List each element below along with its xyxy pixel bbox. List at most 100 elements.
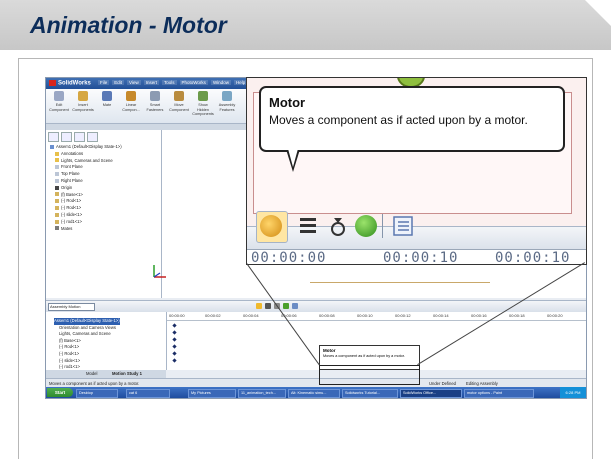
motion-tree-item[interactable]: Orientation and Camera Views (54, 325, 120, 332)
keyframe-marker[interactable] (172, 323, 177, 328)
insert-components-button[interactable]: Insert Components (72, 91, 94, 112)
time-tick: 00:00:04 (243, 313, 259, 318)
menu-file[interactable]: File (98, 80, 110, 85)
small-tooltip-title: Motor (323, 348, 336, 353)
time-tick: 00:00:20 (547, 313, 563, 318)
motor-tooltip: Motor Moves a component as if acted upon… (259, 86, 565, 152)
taskbar-item[interactable]: Desktop (76, 389, 118, 398)
feature-manager-tabs[interactable] (48, 132, 98, 142)
motion-tree-item[interactable]: (-) Rod<1> (54, 344, 120, 351)
tree-item[interactable]: (f) Base<1> (50, 192, 122, 199)
taskbar-item[interactable]: cat 6 (126, 389, 170, 398)
model-edge (310, 282, 490, 283)
menu-edit[interactable]: Edit (112, 80, 125, 85)
time-tick: 00:00:00 (169, 313, 185, 318)
slide-title: Animation - Motor (30, 12, 227, 38)
tooltip-text: Moves a component as if acted upon by a … (269, 113, 528, 127)
command-manager: Edit Component Insert Components Mate Li… (46, 89, 246, 124)
properties-icon[interactable] (292, 303, 298, 309)
zoom-time-tick: 00:00:10 (495, 250, 571, 265)
time-tick: 00:00:16 (471, 313, 487, 318)
results-icon[interactable] (355, 215, 377, 237)
spring-icon[interactable] (297, 215, 319, 237)
time-tick: 00:00:08 (319, 313, 335, 318)
keyframe-marker[interactable] (172, 330, 177, 335)
motor-icon[interactable] (256, 303, 262, 309)
spring-icon[interactable] (265, 303, 271, 309)
motion-tree-panel: Assem1 (Default<Display State-1>) Orient… (46, 312, 167, 370)
edit-component-icon (54, 91, 64, 101)
taskbar-item[interactable]: SolidWorks Office... (400, 389, 462, 398)
motion-tree-item[interactable]: Lights, Cameras and Scene (54, 331, 120, 338)
menu-insert[interactable]: Insert (143, 80, 159, 85)
menu-window[interactable]: Window (210, 80, 231, 85)
start-button[interactable]: Start (47, 388, 73, 397)
tree-item[interactable]: Assem1 (Default<Display State-1>) (50, 144, 122, 151)
time-tick: 00:00:14 (433, 313, 449, 318)
move-component-button[interactable]: Move Component (168, 91, 190, 112)
show-hidden-icon (198, 91, 208, 101)
menu-tools[interactable]: Tools (161, 80, 177, 85)
zoom-source-rect (319, 365, 420, 385)
results-icon[interactable] (283, 303, 289, 309)
tree-item[interactable]: Right Plane (50, 178, 122, 185)
title-corner-fold (585, 0, 611, 26)
taskbar-clock: 6:28 PM (560, 387, 586, 398)
motion-study-type-select[interactable]: Assembly Motion (48, 303, 95, 311)
motion-tree-item[interactable]: (-) slide<1> (54, 358, 120, 365)
feature-manager: Assem1 (Default<Display State-1>) Annota… (46, 130, 162, 298)
tree-item[interactable]: Front Plane (50, 164, 122, 171)
motor-icon[interactable] (260, 215, 282, 237)
motion-tree-item[interactable]: (-) Rod<1> (54, 351, 120, 358)
insert-components-icon (78, 91, 88, 101)
show-hidden-button[interactable]: Show Hidden Components (192, 91, 214, 117)
tree-item[interactable]: Annotations (50, 151, 122, 158)
properties-icon[interactable] (392, 215, 414, 237)
tree-item[interactable]: (-) Rod<1> (50, 198, 122, 205)
zoom-time-tick: 00:00:10 (383, 250, 459, 265)
linear-pattern-button[interactable]: Linear Compon... (120, 91, 142, 112)
tab-model[interactable]: Model (86, 371, 97, 376)
motion-tree-item[interactable]: (f) Base<1> (54, 338, 120, 345)
tab-motion-study[interactable]: Motion Study 1 (112, 371, 142, 376)
taskbar-item[interactable]: Solidworks Tutorial... (342, 389, 398, 398)
slide: Animation - Motor SolidWorks File Edit V… (0, 0, 611, 459)
keyframe-marker[interactable] (172, 344, 177, 349)
tree-item[interactable]: (-) Rod<1> (50, 205, 122, 212)
taskbar-item[interactable]: 11_animation_tech... (238, 389, 286, 398)
tree-item[interactable]: Mates (50, 226, 122, 233)
solidworks-logo: SolidWorks (49, 80, 91, 87)
time-tick: 00:00:02 (205, 313, 221, 318)
gravity-icon[interactable] (327, 215, 349, 237)
motion-tree-item[interactable]: Assem1 (Default<Display State-1>) (54, 318, 120, 325)
taskbar-item[interactable]: My Pictures (188, 389, 236, 398)
menu-photoworks[interactable]: PhotoWorks (179, 80, 208, 85)
zoom-timeline: 00:00:00 00:00:10 00:00:10 (247, 249, 586, 265)
keyframe-marker[interactable] (172, 337, 177, 342)
mate-button[interactable]: Mate (96, 91, 118, 108)
tree-item[interactable]: Origin (50, 185, 122, 192)
time-tick: 00:00:18 (509, 313, 525, 318)
tree-item[interactable]: (-) rod1<1> (50, 219, 122, 226)
motion-tree: Assem1 (Default<Display State-1>) Orient… (54, 318, 120, 371)
title-bar: Animation - Motor (0, 0, 611, 50)
taskbar-item[interactable]: motor options - Paint (464, 389, 534, 398)
tree-item[interactable]: Top Plane (50, 171, 122, 178)
menu-view[interactable]: View (127, 80, 141, 85)
tree-item[interactable]: (-) slide<1> (50, 212, 122, 219)
edit-component-button[interactable]: Edit Component (48, 91, 70, 112)
keyframe-marker[interactable] (172, 351, 177, 356)
taskbar-item[interactable]: Alt: Kinematic simu... (288, 389, 340, 398)
smart-fasteners-button[interactable]: Smart Fasteners (144, 91, 166, 112)
assembly-features-icon (222, 91, 232, 101)
study-tabs: Model Motion Study 1 (46, 370, 166, 378)
keyframe-marker[interactable] (172, 358, 177, 363)
toolbar-separator (382, 214, 383, 238)
time-tick: 00:00:12 (395, 313, 411, 318)
time-tick: 00:00:10 (357, 313, 373, 318)
windows-taskbar: Start Desktop cat 6 My Pictures 11_anima… (46, 387, 586, 398)
move-component-icon (174, 91, 184, 101)
tree-item[interactable]: Lights, Cameras and Scene (50, 158, 122, 165)
linear-pattern-icon (126, 91, 136, 101)
assembly-features-button[interactable]: Assembly Features (216, 91, 238, 112)
